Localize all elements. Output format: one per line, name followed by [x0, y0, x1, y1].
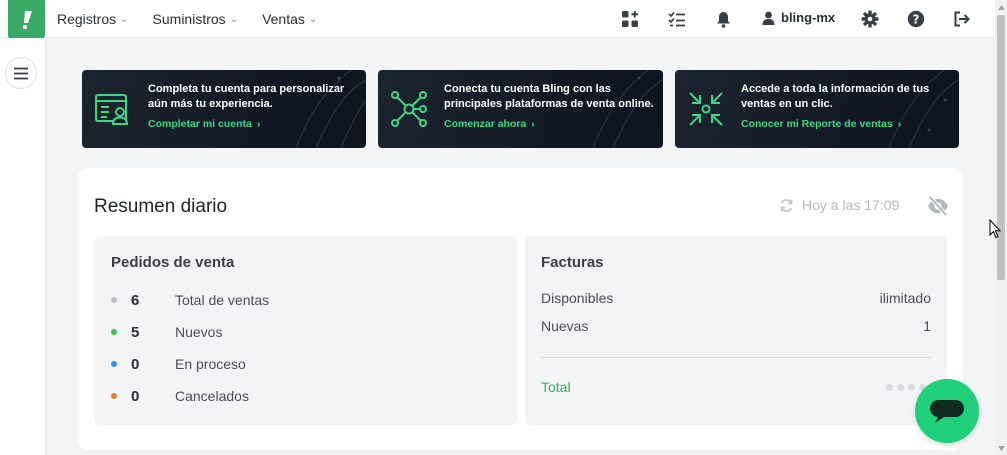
- status-dot: [111, 393, 117, 399]
- order-label: Nuevos: [175, 324, 223, 340]
- nav-suministros[interactable]: Suministros ⌄: [153, 11, 239, 27]
- nav-label: Registros: [57, 11, 117, 27]
- nav-ventas[interactable]: Ventas ⌄: [262, 11, 317, 27]
- invoice-row-new: Nuevas 1: [541, 316, 931, 336]
- chevron-down-icon: ⌄: [229, 13, 239, 25]
- user-icon: [762, 11, 775, 25]
- banner-text: Conecta tu cuenta Bling con las principa…: [444, 83, 654, 110]
- gear-icon[interactable]: [860, 9, 880, 29]
- sales-report-link[interactable]: Conocer mi Reporte de ventas ›: [741, 118, 901, 130]
- main-nav: Registros ⌄ Suministros ⌄ Ventas ⌄: [57, 0, 317, 38]
- user-name: bling-mx: [781, 10, 836, 25]
- chat-bubble-icon: [930, 400, 964, 423]
- order-count: 0: [131, 387, 140, 405]
- invoices-panel: Facturas Disponibles ilimitado Nuevas 1 …: [525, 236, 947, 425]
- invoices-title: Facturas: [541, 254, 604, 271]
- banner-connect-platforms[interactable]: Conecta tu cuenta Bling con las principa…: [378, 70, 663, 148]
- chevron-down-icon: ⌄: [308, 13, 318, 25]
- card-title: Resumen diario: [94, 196, 228, 217]
- scroll-up-arrow[interactable]: [995, 0, 1007, 14]
- refresh-icon: [780, 198, 793, 212]
- apps-icon[interactable]: [620, 9, 640, 29]
- order-count: 0: [131, 355, 140, 373]
- account-form-icon: [95, 94, 129, 125]
- network-icon: [391, 91, 427, 127]
- order-row-new[interactable]: 5 Nuevos: [111, 322, 222, 342]
- order-row-in-progress[interactable]: 0 En proceso: [111, 354, 246, 374]
- svg-text:?: ?: [913, 12, 920, 26]
- banner-link-label: Comenzar ahora: [444, 118, 527, 130]
- top-bar: Registros ⌄ Suministros ⌄ Ventas ⌄ bling-mx…: [0, 0, 995, 40]
- bell-icon[interactable]: [713, 9, 733, 29]
- invoice-row-available: Disponibles ilimitado: [541, 288, 931, 308]
- banner-complete-account[interactable]: Completa tu cuenta para personalizar aún…: [82, 70, 366, 148]
- complete-account-link[interactable]: Completar mi cuenta ›: [148, 118, 260, 130]
- available-value: ilimitado: [879, 290, 931, 306]
- hamburger-icon: [14, 67, 28, 79]
- chat-button[interactable]: [915, 379, 979, 443]
- orders-title: Pedidos de venta: [111, 254, 235, 271]
- available-label: Disponibles: [541, 290, 614, 306]
- help-icon[interactable]: ?: [906, 9, 926, 29]
- loading-indicator: [886, 384, 926, 391]
- nav-label: Suministros: [152, 11, 226, 27]
- banner-text: Accede a toda la información de tus vent…: [741, 83, 930, 110]
- collapse-arrows-icon: [689, 92, 723, 126]
- mouse-cursor-icon: [989, 219, 1001, 239]
- logout-icon[interactable]: [952, 9, 972, 29]
- total-label: Total: [541, 379, 571, 395]
- order-label: Total de ventas: [175, 292, 270, 308]
- refresh-status[interactable]: Hoy a las 17:09: [779, 197, 899, 213]
- sidebar: [0, 38, 46, 455]
- orders-panel: Pedidos de venta 6 Total de ventas 5 Nue…: [94, 236, 517, 425]
- nav-label: Ventas: [262, 11, 305, 27]
- scroll-down-arrow[interactable]: [995, 441, 1007, 455]
- order-row-total[interactable]: 6 Total de ventas: [111, 290, 269, 310]
- chevron-right-icon: ›: [256, 118, 261, 130]
- order-label: En proceso: [175, 356, 246, 372]
- order-row-cancelled[interactable]: 0 Cancelados: [111, 386, 249, 406]
- chevron-right-icon: ›: [897, 118, 902, 130]
- chevron-down-icon: ⌄: [120, 13, 129, 25]
- banner-text: Completa tu cuenta para personalizar aún…: [148, 83, 345, 110]
- start-now-link[interactable]: Comenzar ahora ›: [444, 118, 535, 130]
- bling-logo[interactable]: [8, 0, 45, 40]
- order-count: 5: [131, 323, 140, 341]
- status-dot: [111, 329, 117, 335]
- hamburger-menu-button[interactable]: [5, 57, 37, 89]
- eye-off-icon[interactable]: [927, 196, 949, 216]
- scrollbar-thumb[interactable]: [997, 15, 1005, 280]
- new-value: 1: [923, 318, 931, 334]
- nav-registros[interactable]: Registros ⌄: [57, 11, 129, 27]
- order-count: 6: [131, 291, 140, 309]
- banner-link-label: Conocer mi Reporte de ventas: [741, 118, 893, 130]
- status-dot: [111, 361, 117, 367]
- tasks-icon[interactable]: [667, 9, 687, 29]
- banner-link-label: Completar mi cuenta: [148, 118, 252, 130]
- daily-summary-card: Resumen diario Hoy a las 17:09 Pedidos d…: [78, 168, 963, 450]
- order-label: Cancelados: [175, 388, 249, 404]
- divider: [541, 357, 931, 358]
- status-dot: [111, 297, 117, 303]
- chevron-right-icon: ›: [531, 118, 535, 130]
- user-menu[interactable]: bling-mx: [762, 10, 835, 25]
- updated-time: Hoy a las 17:09: [802, 197, 900, 213]
- new-label: Nuevas: [541, 318, 589, 334]
- banner-sales-report[interactable]: Accede a toda la información de tus vent…: [675, 70, 959, 148]
